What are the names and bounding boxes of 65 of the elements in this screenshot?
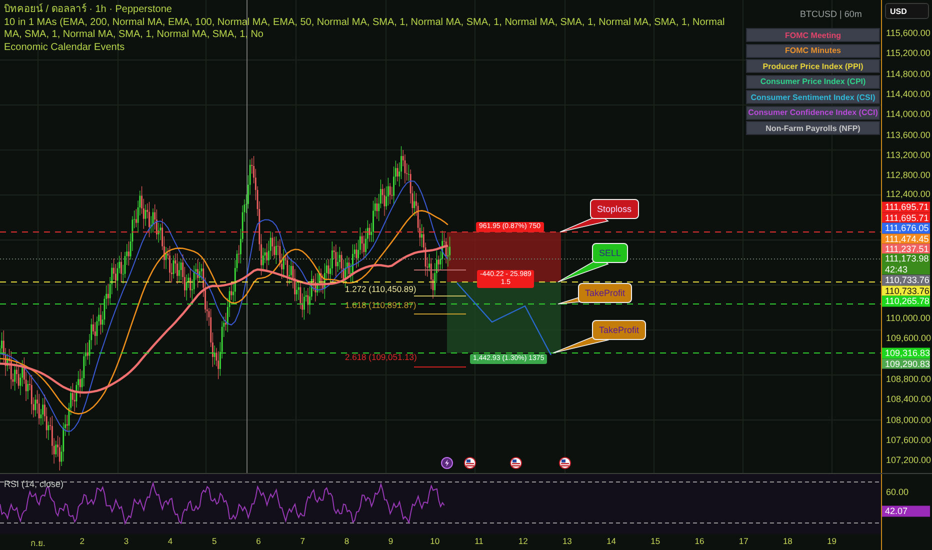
price-axis-label: 107,600.00 [886, 435, 932, 445]
time-axis-label: 9 [388, 536, 394, 546]
symbol-label: BTCUSD | 60m [800, 9, 862, 19]
fib-level-label: 2.618 (109,051.13) [345, 352, 417, 362]
time-axis-label: 6 [256, 536, 261, 546]
event-filter-button[interactable]: Non-Farm Payrolls (NFP) [746, 121, 880, 135]
indicator-legend: Economic Calendar Events [4, 42, 742, 54]
rsi-axis-label: 60.00 [886, 487, 909, 498]
price-badge: 111,676.05 [882, 222, 930, 234]
price-axis-label: 113,200.00 [886, 150, 930, 160]
time-axis-label: 15 [650, 536, 660, 546]
indicator-legend: 10 in 1 MAs (EMA, 200, Normal MA, EMA, 100, Normal MA, EMA, 50, Normal MA, SMA, 1, Normal MA, SMA, 1, Normal MA, SMA, 1, Normal MA, SMA, 1, Normal MA, SMA, 1, Normal MA, SMA, 1, Normal MA, SMA, 1, No [4, 17, 742, 41]
price-axis-label: 108,000.00 [886, 414, 932, 425]
price-badge: 110,733.76 [882, 285, 930, 296]
time-axis-label: 14 [606, 536, 616, 546]
time-axis-label: 13 [562, 536, 572, 546]
event-filter-button[interactable]: Consumer Sentiment Index (CSI) [746, 90, 880, 104]
time-axis-label: 3 [124, 536, 129, 546]
price-axis-label: 115,200.00 [886, 48, 930, 58]
time-axis-label: 16 [694, 536, 704, 546]
currency-button[interactable]: USD [885, 3, 929, 19]
price-badge: 111,695.71 [882, 212, 930, 223]
time-axis-label: 12 [518, 536, 528, 546]
price-axis-label: 115,600.00 [886, 28, 930, 38]
time-axis-label: 5 [212, 536, 217, 546]
price-badge: 111,173.98 42:43 [882, 254, 930, 274]
callout-note: SELL [592, 243, 628, 263]
price-axis-label: 107,200.00 [886, 455, 932, 466]
time-axis-label: 4 [168, 536, 173, 546]
time-axis-label: 11 [474, 536, 484, 546]
chart-title: บิทคอยน์ / ดอลลาร์ · 1h · Pepperstone [4, 4, 173, 16]
price-badge: 111,695.71 [882, 202, 930, 212]
time-axis-label: 18 [782, 536, 792, 546]
callout-note: Stoploss [590, 199, 639, 219]
price-axis-label: 109,600.00 [886, 333, 932, 344]
price-axis-label: 114,800.00 [886, 68, 930, 79]
price-axis-label: 112,800.00 [886, 170, 930, 180]
time-axis-label: 8 [344, 536, 350, 546]
rsi-label: RSI (14, close) [4, 479, 64, 490]
price-axis-label: 114,400.00 [886, 89, 930, 100]
time-axis-label: ก.ย. [30, 537, 46, 550]
price-badge: 110,733.76 [882, 274, 930, 286]
price-badge: 111,237.51 [882, 244, 930, 254]
price-axis-label: 114,000.00 [886, 109, 930, 120]
price-axis-label: 113,600.00 [886, 130, 930, 140]
price-axis-label: 112,400.00 [886, 188, 930, 199]
time-axis-label: 19 [827, 536, 837, 546]
price-axis-label: 110,000.00 [886, 312, 930, 323]
rsi-value-badge: 42.07 [882, 506, 930, 516]
event-filter-button[interactable]: FOMC Minutes [746, 44, 880, 58]
event-filter-button[interactable]: Producer Price Index (PPI) [746, 59, 880, 73]
time-axis-label: 17 [738, 536, 748, 546]
price-badge: 109,290.83 [882, 358, 930, 369]
time-axis-label: 10 [430, 536, 440, 546]
time-axis-label: 2 [80, 536, 84, 546]
price-badge: 109,316.83 [882, 348, 930, 358]
price-badge: 111,474.45 [882, 233, 930, 244]
time-axis-label: 7 [300, 536, 305, 546]
callout-note: TakeProfit [592, 320, 646, 340]
price-badge: 110,265.78 [882, 296, 930, 306]
price-axis-label: 108,800.00 [886, 374, 932, 384]
fib-level-label: 1.272 (110,450.89) [345, 284, 416, 294]
event-filter-button[interactable]: Consumer Price Index (CPI) [746, 74, 880, 88]
fib-level-label: 1.618 (110,891.87) [345, 300, 416, 310]
price-axis-label: 108,400.00 [886, 394, 932, 404]
